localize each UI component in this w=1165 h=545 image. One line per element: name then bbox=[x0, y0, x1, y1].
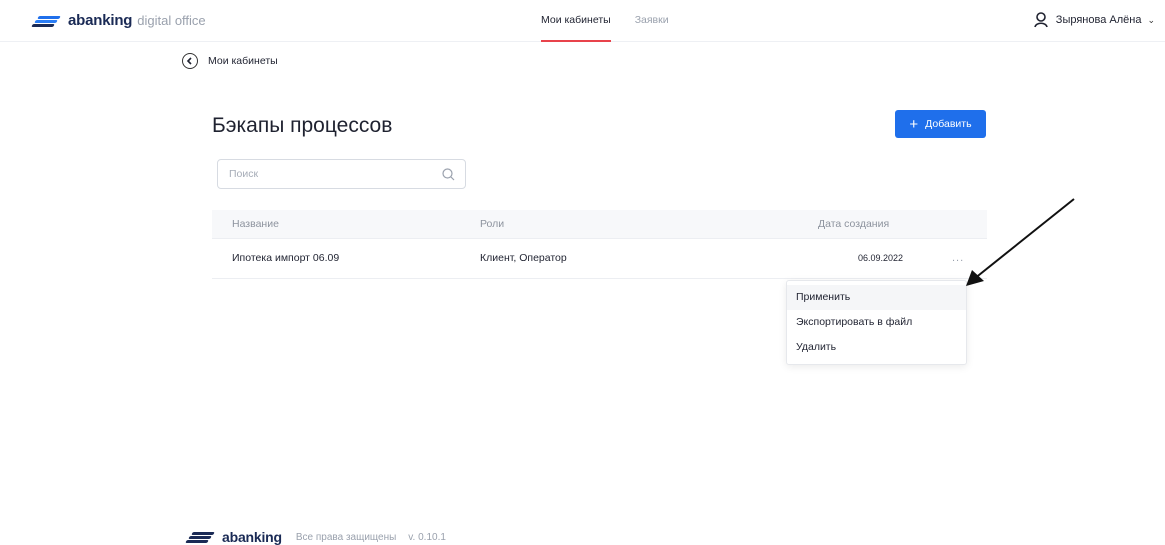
tab-my-cabinets[interactable]: Мои кабинеты bbox=[541, 0, 611, 42]
breadcrumb-label[interactable]: Мои кабинеты bbox=[208, 55, 278, 67]
tab-requests[interactable]: Заявки bbox=[635, 0, 669, 42]
user-icon bbox=[1034, 12, 1048, 28]
footer-brand: abanking bbox=[222, 529, 282, 545]
footer-rights: Все права защищены bbox=[295, 531, 397, 543]
main-nav: Мои кабинеты Заявки bbox=[541, 0, 693, 42]
footer: abanking Все права защищены v. 0.10.1 bbox=[185, 529, 446, 545]
search-box bbox=[217, 159, 466, 189]
logo-brand: abanking bbox=[68, 12, 133, 29]
menu-item-delete[interactable]: Удалить bbox=[787, 335, 966, 360]
menu-item-apply[interactable]: Применить bbox=[787, 285, 966, 310]
column-header-date[interactable]: Дата создания bbox=[818, 210, 889, 239]
search-icon[interactable] bbox=[442, 168, 455, 181]
column-header-roles[interactable]: Роли bbox=[480, 210, 504, 239]
logo-subtitle: digital office bbox=[137, 13, 206, 28]
search-input[interactable] bbox=[229, 168, 429, 180]
logo[interactable]: abanking digital office bbox=[31, 12, 206, 29]
plus-icon: + bbox=[909, 115, 919, 133]
menu-item-export[interactable]: Экспортировать в файл bbox=[787, 310, 966, 335]
breadcrumb: Мои кабинеты bbox=[182, 53, 278, 69]
chevron-left-icon bbox=[186, 57, 192, 65]
back-button[interactable] bbox=[182, 53, 198, 69]
footer-version: v. 0.10.1 bbox=[408, 531, 446, 543]
row-name: Ипотека импорт 06.09 bbox=[232, 252, 340, 264]
logo-icon bbox=[31, 15, 62, 27]
footer-logo-icon bbox=[185, 531, 216, 543]
backups-table: Название Роли Дата создания Ипотека импо… bbox=[212, 210, 987, 279]
row-date: 06.09.2022 bbox=[858, 253, 904, 263]
table-header: Название Роли Дата создания bbox=[212, 210, 987, 239]
row-roles: Клиент, Оператор bbox=[480, 252, 567, 264]
page-title: Бэкапы процессов bbox=[212, 114, 393, 137]
chevron-down-icon: ⌄ bbox=[1147, 14, 1155, 25]
add-button-label: Добавить bbox=[925, 118, 972, 130]
annotation-arrow-icon bbox=[966, 198, 1075, 286]
user-menu[interactable]: Зырянова Алёна ⌄ bbox=[1034, 12, 1155, 28]
user-name: Зырянова Алёна bbox=[1055, 14, 1142, 26]
row-actions-menu: Применить Экспортировать в файл Удалить bbox=[786, 280, 967, 365]
table-row[interactable]: Ипотека импорт 06.09 Клиент, Оператор 06… bbox=[212, 239, 987, 279]
top-header: abanking digital office Мои кабинеты Зая… bbox=[0, 0, 1165, 42]
column-header-name[interactable]: Название bbox=[232, 210, 279, 239]
add-button[interactable]: + Добавить bbox=[895, 110, 986, 138]
